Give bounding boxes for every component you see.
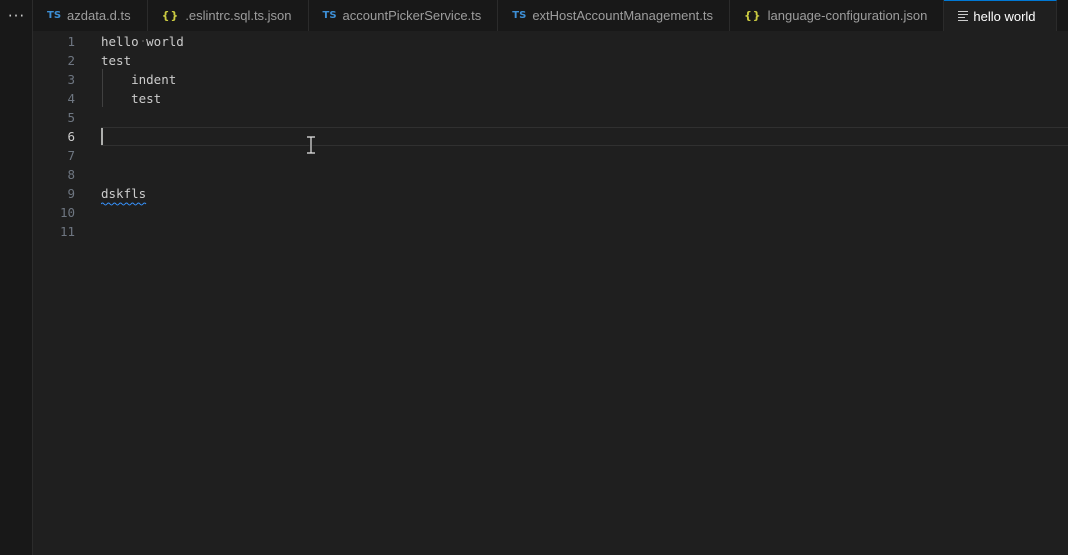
line-number: 8 [67,167,75,182]
line-number: 3 [67,72,75,87]
line-number: 11 [59,224,75,239]
line-number: 6 [67,129,75,144]
activity-bar: ··· [0,0,33,555]
tab-azdata-d-ts[interactable]: TS azdata.d.ts [33,0,148,31]
line-number-gutter: 1 2 3 4 5 6 7 8 9 10 11 [33,31,93,555]
line-number: 1 [67,34,75,49]
tab-exthostaccountmanagement-ts[interactable]: TS extHostAccountManagement.ts [498,0,730,31]
ibeam-cursor-icon [307,136,315,154]
line-number: 4 [67,91,75,106]
tab-label: extHostAccountManagement.ts [532,8,713,23]
code-line: test [101,91,162,106]
tab-label: hello world [973,8,1036,24]
typescript-file-icon: TS [322,10,337,21]
line-number: 7 [67,148,75,163]
tab-label: accountPickerService.ts [342,8,482,23]
current-line-highlight [101,127,1068,146]
tab-accountpickerservice-ts[interactable]: TS accountPickerService.ts [309,0,499,31]
typescript-file-icon: TS [47,10,62,21]
tab-label: language-configuration.json [767,8,928,23]
code-line: dskfls [101,186,147,201]
tab-label: azdata.d.ts [67,8,131,23]
line-number: 10 [59,205,75,220]
code-line: indent [101,72,177,87]
text-editor[interactable]: 1 2 3 4 5 6 7 8 9 10 11 hello world test indent tes… [33,31,1068,555]
ellipsis-icon[interactable]: ··· [0,0,33,31]
line-number: 2 [67,53,75,68]
tab-eslintrc-sql-ts-json[interactable]: {} .eslintrc.sql.ts.json [148,0,309,31]
typescript-file-icon: TS [512,10,527,21]
line-number: 5 [67,110,75,125]
tab-label: .eslintrc.sql.ts.json [185,8,292,23]
code-area[interactable]: hello world test indent test dskfls [101,31,1068,555]
line-number: 9 [67,186,75,201]
json-file-icon: {} [743,9,762,22]
tab-language-configuration-json[interactable]: {} language-configuration.json [730,0,945,31]
code-line: hello world [101,34,184,49]
tab-hello-world[interactable]: hello world [944,0,1057,31]
text-file-icon [958,11,969,21]
text-cursor [101,128,103,145]
code-line: test [101,53,132,68]
json-file-icon: {} [161,9,180,22]
editor-tab-bar: TS azdata.d.ts {} .eslintrc.sql.ts.json TS ac… [33,0,1068,31]
